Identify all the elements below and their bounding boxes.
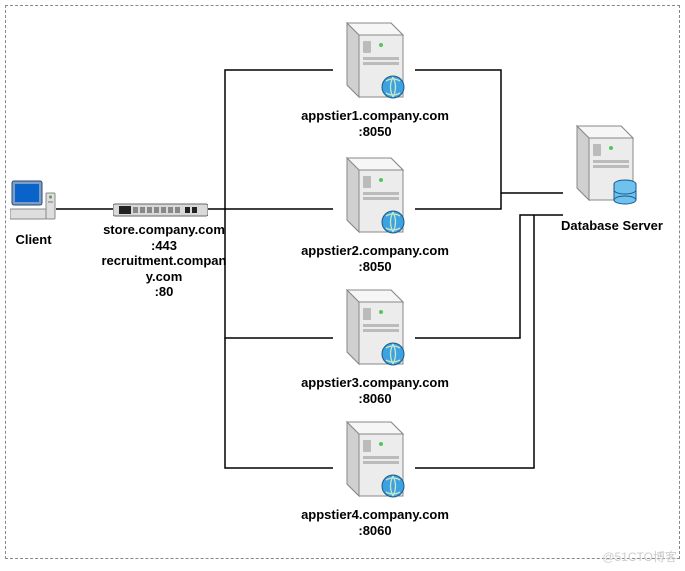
appserver2-node bbox=[333, 150, 415, 243]
appserver4-label: appstier4.company.com :8060 bbox=[275, 507, 475, 538]
appserver3-label: appstier3.company.com :8060 bbox=[275, 375, 475, 406]
watermark-text: @51CTO博客 bbox=[602, 548, 677, 565]
server-icon bbox=[333, 15, 415, 105]
loadbalancer-label: store.company.com :443 recruitment.compa… bbox=[94, 222, 234, 300]
server-icon bbox=[333, 282, 415, 372]
dbserver-node bbox=[563, 118, 645, 217]
workstation-icon bbox=[10, 179, 57, 229]
database-icon bbox=[563, 118, 645, 214]
server-icon bbox=[333, 150, 415, 240]
client-label: Client bbox=[6, 232, 61, 248]
dbserver-label: Database Server bbox=[552, 218, 672, 234]
appserver3-node bbox=[333, 282, 415, 375]
server-icon bbox=[333, 414, 415, 504]
client-node bbox=[10, 179, 57, 232]
loadbalancer-icon bbox=[113, 201, 208, 219]
appserver1-node bbox=[333, 15, 415, 108]
loadbalancer-node bbox=[113, 201, 208, 222]
appserver2-label: appstier2.company.com :8050 bbox=[275, 243, 475, 274]
appserver4-node bbox=[333, 414, 415, 507]
appserver1-label: appstier1.company.com :8050 bbox=[275, 108, 475, 139]
